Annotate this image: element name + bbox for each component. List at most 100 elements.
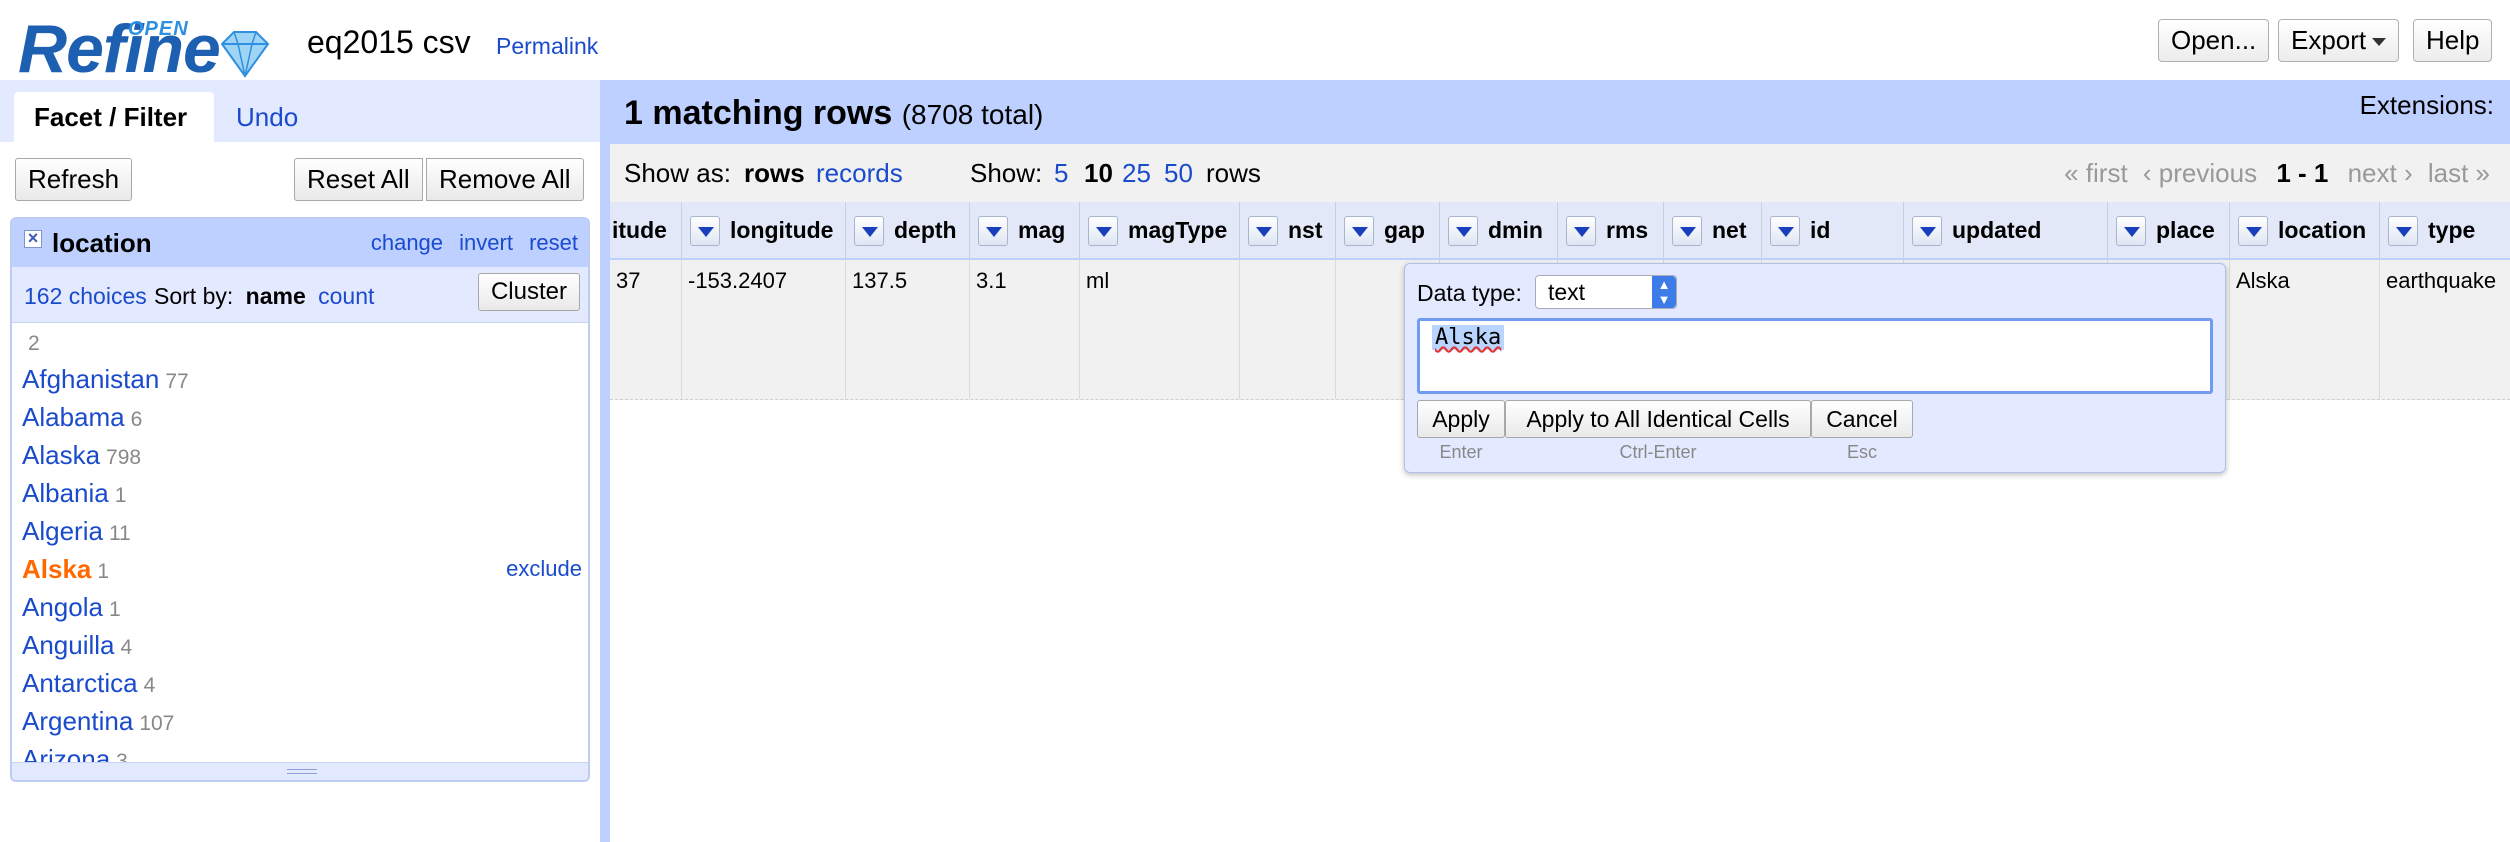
column-header-net[interactable]: net [1664,202,1762,258]
column-header-place[interactable]: place [2108,202,2230,258]
pager-last[interactable]: last » [2428,158,2490,188]
column-header-type[interactable]: type [2380,202,2510,258]
column-menu-button[interactable] [2238,216,2268,246]
column-menu-button[interactable] [854,216,884,246]
choice-name[interactable]: Algeria [22,516,103,546]
column-menu-button[interactable] [2116,216,2146,246]
cell-value-textarea[interactable]: Alska [1417,318,2213,394]
list-item[interactable]: Algeria 11 [22,513,582,549]
table-cell-latitude[interactable]: 37 [610,260,682,399]
column-menu-button[interactable] [978,216,1008,246]
choice-name[interactable]: Alabama [22,402,125,432]
open-button[interactable]: Open... [2158,19,2270,62]
column-name: longitude [730,217,834,243]
choice-name[interactable]: Arizona [22,744,110,763]
list-item[interactable]: Angola 1 [22,589,582,625]
column-header-gap[interactable]: gap [1336,202,1440,258]
column-header-dmin[interactable]: dmin [1440,202,1558,258]
choice-name[interactable]: Antarctica [22,668,138,698]
list-item[interactable]: Arizona 3 [22,741,582,763]
show-as-records[interactable]: records [816,158,903,189]
column-menu-button[interactable] [1912,216,1942,246]
table-cell-nst[interactable] [1240,260,1336,399]
list-item[interactable]: Argentina 107 [22,703,582,739]
column-menu-button[interactable] [2388,216,2418,246]
list-item[interactable]: Alaska 798 [22,437,582,473]
table-cell-longitude[interactable]: -153.2407 [682,260,846,399]
choice-name[interactable]: Afghanistan [22,364,159,394]
table-cell-mag[interactable]: 3.1 [970,260,1080,399]
choice-name[interactable]: Argentina [22,706,133,736]
data-type-select[interactable]: text ▲ ▼ [1535,275,1677,309]
tab-facet-filter[interactable]: Facet / Filter [14,92,214,142]
pager-first[interactable]: « first [2064,158,2128,188]
column-menu-button[interactable] [690,216,720,246]
column-header-mag[interactable]: mag [970,202,1080,258]
column-header-location[interactable]: location [2230,202,2380,258]
choice-name[interactable]: Angola [22,592,103,622]
remove-all-button[interactable]: Remove All [426,158,584,201]
list-item[interactable]: Albania 1 [22,475,582,511]
column-header-id[interactable]: id [1762,202,1904,258]
list-item[interactable]: Anguilla 4 [22,627,582,663]
reset-all-button[interactable]: Reset All [294,158,423,201]
column-menu-button[interactable] [1566,216,1596,246]
apply-button[interactable]: Apply [1417,400,1505,438]
choice-name[interactable]: Albania [22,478,109,508]
list-item[interactable]: Antarctica 4 [22,665,582,701]
column-menu-button[interactable] [1448,216,1478,246]
pager-next[interactable]: next › [2348,158,2413,188]
close-icon[interactable]: × [24,229,42,248]
column-menu-button[interactable] [1770,216,1800,246]
cluster-button[interactable]: Cluster [477,273,580,311]
column-header-latitude[interactable]: itude [610,202,682,258]
pager-previous[interactable]: ‹ previous [2143,158,2257,188]
apply-all-button-label: Apply to All Identical Cells [1526,406,1790,432]
choices-count[interactable]: 162 choices [24,283,147,310]
table-cell-type[interactable]: earthquake [2380,260,2510,399]
table-cell-depth[interactable]: 137.5 [846,260,970,399]
page-size-10[interactable]: 10 [1084,158,1113,189]
panel-splitter[interactable] [600,80,610,842]
sort-by-count[interactable]: count [318,283,374,309]
column-header-nst[interactable]: nst [1240,202,1336,258]
openrefine-logo[interactable]: Refine OPEN [18,14,280,84]
table-cell-magtype[interactable]: ml [1080,260,1240,399]
column-header-magtype[interactable]: magType [1080,202,1240,258]
help-button[interactable]: Help [2413,19,2493,62]
column-header-updated[interactable]: updated [1904,202,2108,258]
list-item[interactable]: Afghanistan 77 [22,361,582,397]
column-header-longitude[interactable]: longitude [682,202,846,258]
choice-name[interactable]: Alska [22,554,91,584]
list-item-selected[interactable]: Alska 1 exclude [22,551,582,587]
show-as-rows[interactable]: rows [744,158,805,189]
column-menu-button[interactable] [1672,216,1702,246]
project-title[interactable]: eq2015 csv [307,24,471,61]
sort-by-name[interactable]: name [246,283,306,309]
page-size-25[interactable]: 25 [1122,158,1151,189]
tab-undo-redo[interactable]: Undo / Redo 3 [216,92,318,281]
page-size-50[interactable]: 50 [1164,158,1193,189]
apply-all-button[interactable]: Apply to All Identical Cells [1505,400,1811,438]
page-size-5[interactable]: 5 [1054,158,1068,189]
export-button[interactable]: Export [2278,19,2400,62]
column-menu-button[interactable] [1248,216,1278,246]
refresh-button[interactable]: Refresh [15,158,133,201]
table-cell-location[interactable]: Alska [2230,260,2380,399]
column-menu-button[interactable] [1344,216,1374,246]
column-menu-button[interactable] [1088,216,1118,246]
facet-reset-link[interactable]: reset [529,230,578,255]
exclude-link[interactable]: exclude [506,551,582,587]
column-header-depth[interactable]: depth [846,202,970,258]
choice-name[interactable]: Alaska [22,440,100,470]
facet-choice-list[interactable]: 2 Afghanistan 77 Alabama 6 Alaska 798 Alban… [12,323,588,763]
list-item[interactable]: 2 [22,323,582,359]
facet-resize-handle[interactable] [12,762,588,780]
facet-invert-link[interactable]: invert [459,230,513,255]
cancel-button[interactable]: Cancel [1811,400,1913,438]
list-item[interactable]: Alabama 6 [22,399,582,435]
column-header-rms[interactable]: rms [1558,202,1664,258]
facet-change-link[interactable]: change [371,230,443,255]
choice-name[interactable]: Anguilla [22,630,115,660]
permalink-link[interactable]: Permalink [496,33,598,60]
